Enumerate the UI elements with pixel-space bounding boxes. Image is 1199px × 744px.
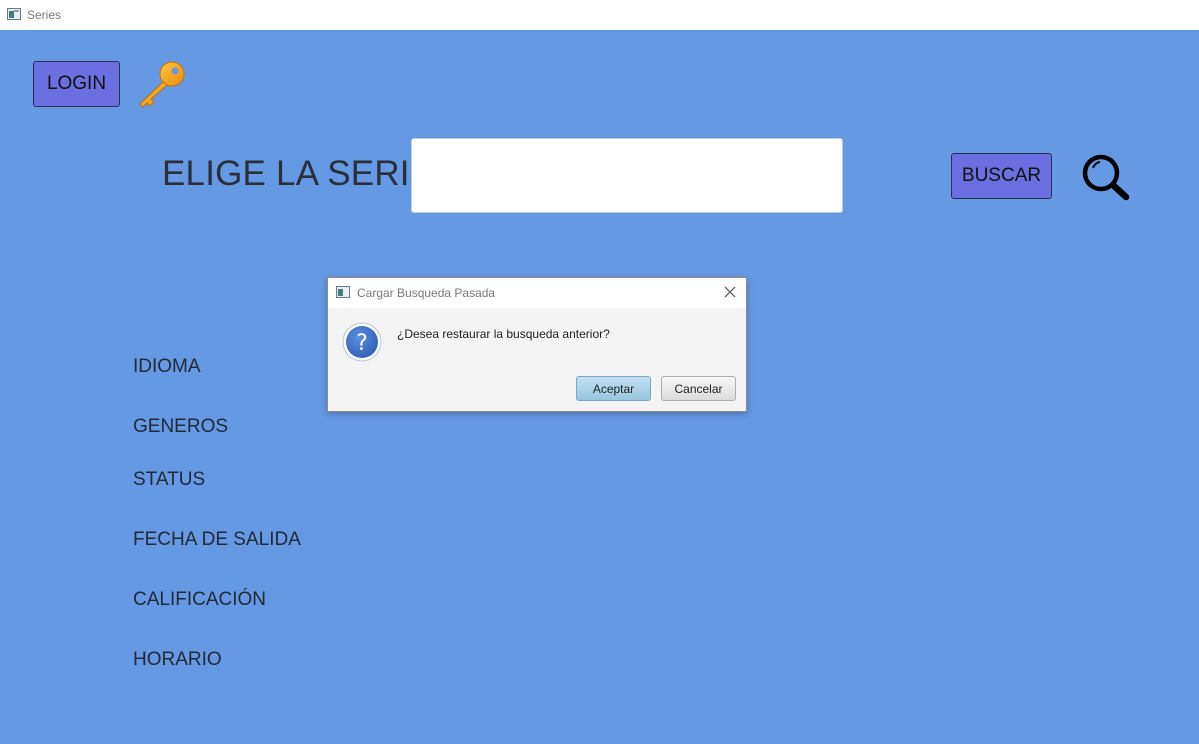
svg-text:?: ?: [356, 331, 368, 356]
login-button[interactable]: LOGIN: [33, 61, 120, 107]
question-icon: ?: [342, 322, 382, 362]
dialog-title: Cargar Busqueda Pasada: [357, 286, 496, 300]
series-prompt-label: ELIGE LA SERIE:: [162, 154, 444, 193]
dialog-titlebar[interactable]: Cargar Busqueda Pasada: [328, 278, 746, 308]
search-icon[interactable]: [1080, 153, 1132, 201]
series-search-input[interactable]: [411, 138, 843, 213]
filter-label-calificacion: CALIFICACIÓN: [133, 589, 267, 610]
filter-label-status: STATUS: [133, 469, 206, 490]
key-icon: [139, 61, 185, 108]
filter-label-fecha-de-salida: FECHA DE SALIDA: [133, 529, 301, 550]
dialog-app-icon: [336, 286, 350, 298]
cancel-button[interactable]: Cancelar: [661, 376, 736, 401]
window-titlebar: Series: [0, 0, 1199, 30]
filter-label-idioma: IDIOMA: [133, 356, 201, 377]
filter-label-horario: HORARIO: [133, 649, 222, 670]
close-icon[interactable]: [722, 284, 738, 300]
app-window-icon: [7, 8, 21, 20]
app-window: Series LOGIN ELIGE LA SERIE: BUSCAR IDIO…: [0, 0, 1199, 744]
dialog-message: ¿Desea restaurar la busqueda anterior?: [397, 327, 610, 341]
search-button[interactable]: BUSCAR: [951, 153, 1052, 199]
window-title: Series: [27, 8, 62, 22]
accept-button[interactable]: Aceptar: [576, 376, 651, 401]
filter-label-generos: GENEROS: [133, 416, 229, 437]
restore-search-dialog: Cargar Busqueda Pasada ? ¿Desea restaura…: [327, 277, 747, 412]
